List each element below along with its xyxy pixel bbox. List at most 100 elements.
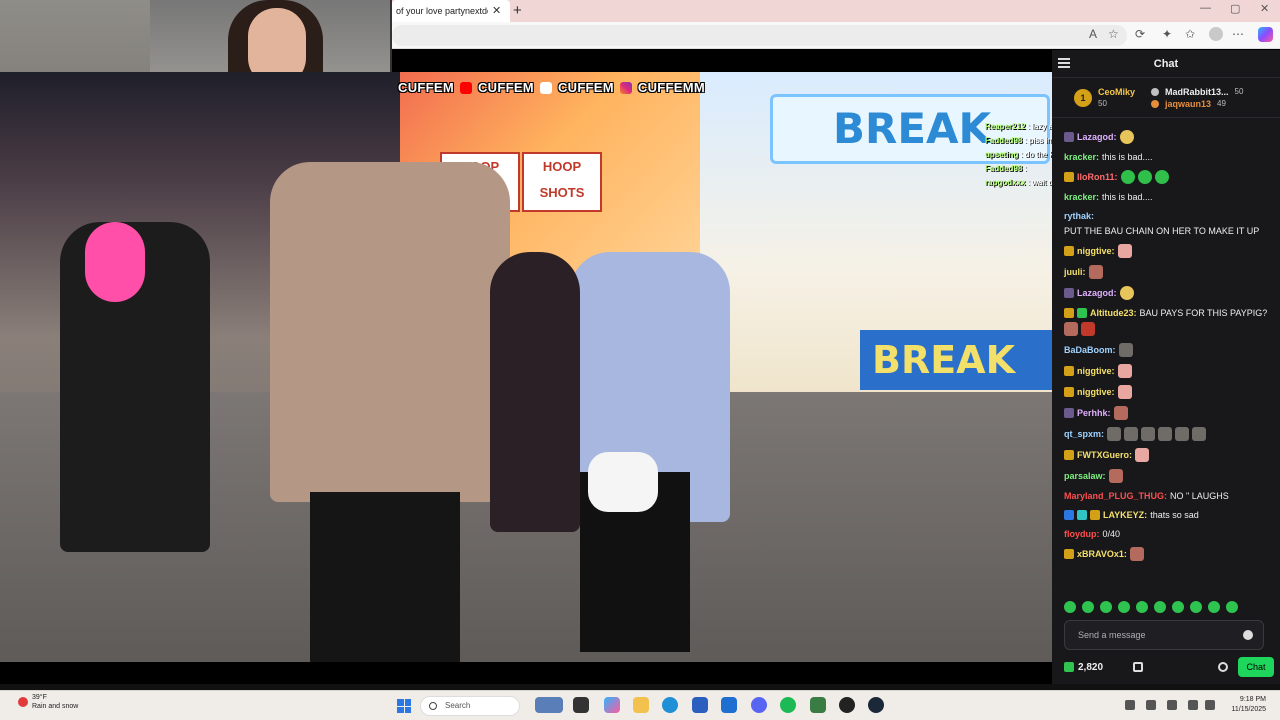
mic-icon[interactable] bbox=[1167, 700, 1177, 710]
profile-avatar[interactable] bbox=[1209, 27, 1223, 41]
chat-username[interactable]: kracker: bbox=[1064, 191, 1099, 203]
copilot-icon[interactable] bbox=[1258, 27, 1273, 42]
clock[interactable]: 9:18 PM 11/15/2025 bbox=[1231, 695, 1266, 715]
maximize-button[interactable]: ▢ bbox=[1230, 2, 1240, 15]
store-app-icon[interactable] bbox=[692, 697, 708, 713]
emote-icon[interactable] bbox=[1064, 601, 1076, 613]
chat-username[interactable]: lloRon11: bbox=[1077, 171, 1118, 183]
emoji-icon[interactable] bbox=[1243, 630, 1253, 640]
emote-icon[interactable] bbox=[1172, 601, 1184, 613]
screen: of your love partynextdoor ✕ + — ▢ ✕ A ☆… bbox=[0, 0, 1280, 720]
weather-desc: Rain and snow bbox=[32, 703, 79, 710]
settings-gear-icon[interactable] bbox=[1218, 662, 1228, 672]
leader-name[interactable]: CeoMiky bbox=[1098, 87, 1135, 97]
chat-input[interactable]: Send a message bbox=[1064, 620, 1264, 650]
window-close-button[interactable]: ✕ bbox=[1260, 2, 1269, 15]
video-player[interactable]: HOOP SHOTS HOOP SHOTS BREAK BREAK CUFFEM… bbox=[0, 72, 1052, 662]
emote-icon[interactable] bbox=[1082, 601, 1094, 613]
emote-icon[interactable] bbox=[1136, 601, 1148, 613]
channel-points[interactable]: 2,820 bbox=[1064, 662, 1103, 673]
weather-widget[interactable]: 39°F Rain and snow bbox=[18, 693, 78, 711]
second-name[interactable]: MadRabbit13... bbox=[1165, 87, 1229, 97]
wifi-icon[interactable] bbox=[1188, 700, 1198, 710]
emote-icon[interactable] bbox=[1208, 601, 1220, 613]
overlay-chat-line: Fadded98 : bbox=[985, 164, 1027, 173]
tray-cloud-icon[interactable] bbox=[1146, 700, 1156, 710]
emote-icon[interactable] bbox=[1118, 601, 1130, 613]
spotify-icon[interactable] bbox=[780, 697, 796, 713]
third-name[interactable]: jaqwaun13 bbox=[1165, 99, 1211, 109]
outlook-icon[interactable] bbox=[721, 697, 737, 713]
chat-send-button[interactable]: Chat bbox=[1238, 657, 1274, 677]
favorites-icon[interactable]: ✩ bbox=[1185, 27, 1195, 41]
handle-2: CUFFEM bbox=[477, 80, 534, 95]
chat-username[interactable]: xBRAVOx1: bbox=[1077, 548, 1127, 560]
obs-icon[interactable] bbox=[839, 697, 855, 713]
chat-message: floydup: 0/40 bbox=[1064, 528, 1121, 540]
volume-icon[interactable] bbox=[1205, 700, 1215, 710]
emote-bar bbox=[1064, 601, 1238, 613]
tab-close-icon[interactable]: ✕ bbox=[492, 5, 501, 17]
chat-username[interactable]: niggtive: bbox=[1077, 245, 1115, 257]
chat-username[interactable]: niggtive: bbox=[1077, 386, 1115, 398]
chat-username[interactable]: parsalaw: bbox=[1064, 470, 1106, 482]
favorite-star-icon[interactable]: ☆ bbox=[1108, 27, 1119, 41]
taskbar-search[interactable]: Search bbox=[420, 696, 520, 716]
widgets-icon[interactable] bbox=[535, 697, 563, 713]
chat-username[interactable]: rythak: bbox=[1064, 210, 1094, 222]
emote-icon bbox=[1129, 547, 1144, 561]
chat-username[interactable]: qt_spxm: bbox=[1064, 428, 1104, 440]
emote-icon bbox=[1108, 469, 1123, 483]
start-button[interactable] bbox=[397, 699, 411, 713]
chat-panel: Chat 1 CeoMiky 50 MadRabbit13... 50 jaqwa… bbox=[1052, 50, 1280, 684]
chat-username[interactable]: Maryland_PLUG_THUG: bbox=[1064, 490, 1167, 502]
collapse-chat-icon[interactable] bbox=[1058, 58, 1070, 68]
chat-input-placeholder: Send a message bbox=[1078, 630, 1146, 640]
chat-username[interactable]: FWTXGuero: bbox=[1077, 449, 1132, 461]
task-view-icon[interactable] bbox=[573, 697, 589, 713]
chat-username[interactable]: juuli: bbox=[1064, 266, 1086, 278]
chat-message: Maryland_PLUG_THUG: NO " LAUGHS bbox=[1064, 490, 1229, 502]
emote-icon[interactable] bbox=[1190, 601, 1202, 613]
app-icon[interactable] bbox=[810, 697, 826, 713]
minimize-button[interactable]: — bbox=[1200, 2, 1211, 14]
chat-message: BaDaBoom: bbox=[1064, 343, 1270, 357]
emote-icon bbox=[1135, 448, 1149, 462]
read-aloud-icon[interactable]: A bbox=[1089, 27, 1097, 41]
chat-username[interactable]: Lazagod: bbox=[1077, 131, 1117, 143]
chat-message: niggtive: bbox=[1064, 385, 1270, 399]
chat-username[interactable]: floydup: bbox=[1064, 528, 1100, 540]
chat-username[interactable]: BaDaBoom: bbox=[1064, 344, 1116, 356]
clock-date: 11/15/2025 bbox=[1231, 706, 1266, 713]
file-explorer-icon[interactable] bbox=[633, 697, 649, 713]
edge-icon[interactable] bbox=[662, 697, 678, 713]
video-chat-overlay: Reaper212 : lazy ass Fadded98 : piss in … bbox=[985, 120, 1052, 190]
leader-count: 50 bbox=[1098, 99, 1107, 108]
chat-message: niggtive: bbox=[1064, 244, 1270, 258]
browser-tab[interactable]: of your love partynextdoor ✕ bbox=[392, 0, 510, 22]
emote-icon[interactable] bbox=[1154, 601, 1166, 613]
handle-1: CUFFEM bbox=[398, 80, 454, 95]
store-icon[interactable] bbox=[1133, 662, 1144, 672]
chat-username[interactable]: niggtive: bbox=[1077, 365, 1115, 377]
url-field[interactable] bbox=[392, 25, 1127, 46]
chat-username[interactable]: kracker: bbox=[1064, 151, 1099, 163]
emote-icon[interactable] bbox=[1226, 601, 1238, 613]
chat-message: xBRAVOx1: bbox=[1064, 547, 1270, 561]
new-tab-button[interactable]: + bbox=[513, 2, 522, 20]
chat-username[interactable]: Lazagod: bbox=[1077, 287, 1117, 299]
chat-username[interactable]: Perhhk: bbox=[1077, 407, 1111, 419]
chat-username[interactable]: Altitude23: bbox=[1090, 307, 1137, 319]
refresh-icon[interactable]: ⟳ bbox=[1135, 27, 1145, 41]
chat-username[interactable]: LAYKEYZ: bbox=[1103, 509, 1147, 521]
x-icon bbox=[539, 81, 552, 94]
person-center-legs bbox=[310, 492, 460, 662]
extensions-icon[interactable]: ✦ bbox=[1162, 27, 1172, 41]
tray-chevron-icon[interactable] bbox=[1125, 700, 1135, 710]
emote-icon[interactable] bbox=[1100, 601, 1112, 613]
discord-icon[interactable] bbox=[751, 697, 767, 713]
copilot-taskbar-icon[interactable] bbox=[604, 697, 620, 713]
more-menu-icon[interactable]: ⋯ bbox=[1232, 27, 1244, 41]
second-place-icon bbox=[1151, 87, 1160, 96]
steam-icon[interactable] bbox=[868, 697, 884, 713]
